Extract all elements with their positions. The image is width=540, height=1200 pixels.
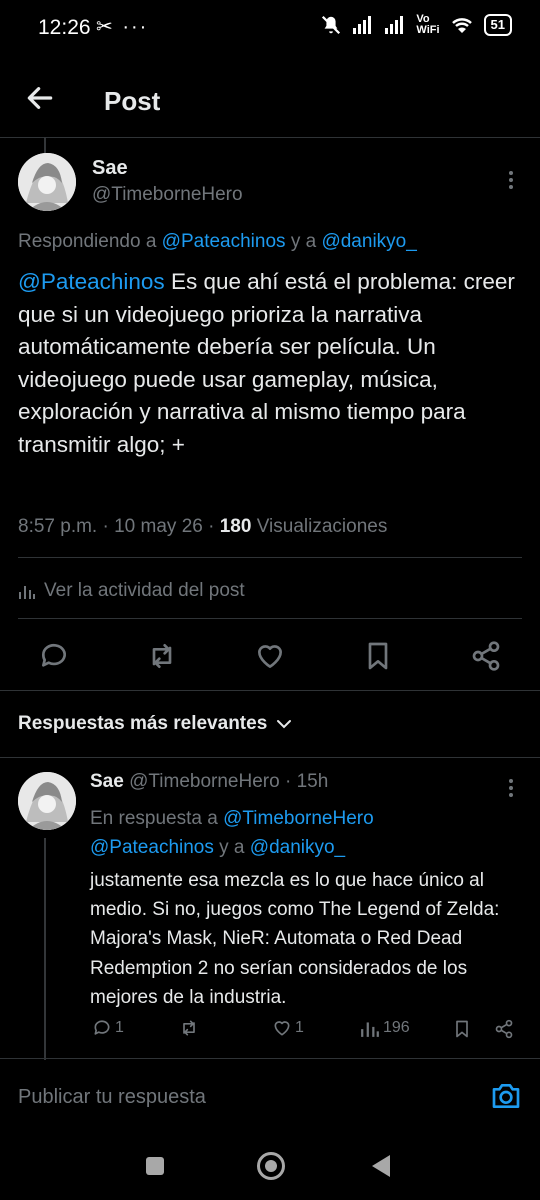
battery-indicator: 51 [483,14,512,36]
repost-icon[interactable] [146,640,178,672]
reply-bookmark-button[interactable] [452,1018,472,1040]
recent-apps-button[interactable] [146,1157,164,1175]
status-notification-icons: ✂ ··· [96,16,149,38]
reply-thread-line [44,838,46,1060]
system-back-button[interactable] [372,1155,390,1177]
divider [0,690,540,691]
author-name[interactable]: Sae [92,157,128,180]
replies-sort-dropdown[interactable]: Respuestas más relevantes [18,713,293,735]
replying-user-link[interactable]: @Pateachinos [162,231,286,252]
bookmark-icon [456,1020,468,1038]
post-screen: 12:26 ✂ ··· Vo WiFi 51 Post Sae @Timebor… [0,0,540,1200]
post-activity-link[interactable]: Ver la actividad del post [18,580,245,602]
repost-icon [183,1020,195,1036]
back-arrow-icon[interactable] [24,82,56,114]
bookmark-icon[interactable] [362,640,394,672]
wifi-icon [451,18,472,33]
reply-icon[interactable] [38,640,70,672]
sort-label: Respuestas más relevantes [18,713,268,734]
reply-more-options-icon[interactable] [502,776,520,800]
avatar-image [18,153,76,211]
signal-icon [353,16,372,34]
reply-share-button[interactable] [494,1018,514,1040]
mute-icon [322,15,341,35]
signal-icon-2 [385,16,404,34]
avatar-image [18,772,76,830]
post-time: 8:57 p.m. [18,516,98,537]
views-label: Visualizaciones [256,516,388,537]
chevron-down-icon [277,720,292,729]
reply-reply-button[interactable]: 1 [92,1018,124,1038]
replying-user-link-2[interactable]: @danikyo_ [321,231,416,252]
reply-age: 15h [296,771,329,792]
home-button[interactable] [257,1152,285,1180]
in-reply-prefix: En respuesta a [90,808,224,829]
reply-repost-button[interactable] [178,1018,200,1038]
post-mention-link[interactable]: @Pateachinos [18,269,165,294]
analytics-icon [19,586,35,599]
camera-icon[interactable] [490,1080,522,1112]
like-icon[interactable] [254,640,286,672]
replying-prefix: Respondiendo a [18,231,162,252]
like-icon [274,1021,290,1036]
activity-label: Ver la actividad del post [44,580,245,601]
reply-header: Sae @TimeborneHero · 15h [90,771,329,792]
in-reply-user-link[interactable]: @TimeborneHero [223,808,374,829]
divider [18,557,522,558]
divider [0,1058,540,1059]
replying-and: y a [285,231,322,252]
more-options-icon[interactable] [502,168,520,192]
reply-views-button[interactable]: 196 [360,1018,410,1038]
post-body: Es que ahí está el problema: creer que s… [18,269,515,457]
post-meta: 8:57 p.m. · 10 may 26 · 180 Visualizacio… [18,516,388,537]
analytics-icon [361,1022,379,1037]
divider [0,757,540,758]
status-time: 12:26 [38,16,91,39]
reply-author-handle[interactable]: @TimeborneHero [129,771,280,792]
in-reply-user-link-3[interactable]: @danikyo_ [250,837,345,858]
in-reply-and: y a [213,837,250,858]
reply-count: 1 [115,1019,124,1036]
reply-author-name[interactable]: Sae [90,771,124,792]
reply-like-button[interactable]: 1 [272,1018,304,1038]
reply-avatar[interactable] [18,772,76,830]
avatar[interactable] [18,153,76,211]
thread-connector [44,137,46,153]
status-right-icons: Vo WiFi 51 [320,14,512,36]
share-icon [495,1019,513,1039]
post-text: @Pateachinos Es que ahí está el problema… [18,266,528,461]
header-divider [0,137,540,138]
reply-compose-input[interactable]: Publicar tu respuesta [18,1086,206,1109]
vowifi-indicator: Vo WiFi [416,14,439,36]
divider [18,618,522,619]
view-count: 196 [383,1019,410,1036]
views-count: 180 [219,516,252,537]
page-title: Post [104,86,161,116]
reply-icon [94,1020,110,1035]
in-reply-user-link-2[interactable]: @Pateachinos [90,837,214,858]
replying-to-line: Respondiendo a @Pateachinos y a @danikyo… [18,231,417,253]
post-date: 10 may 26 [114,516,203,537]
vowifi-bottom: WiFi [416,24,440,36]
author-handle[interactable]: @TimeborneHero [92,184,243,206]
like-count: 1 [295,1019,304,1036]
reply-text: justamente esa mezcla es lo que hace úni… [90,870,500,1008]
reply-in-response-to: En respuesta a @TimeborneHero @Pateachin… [90,804,520,862]
share-icon[interactable] [470,640,502,672]
